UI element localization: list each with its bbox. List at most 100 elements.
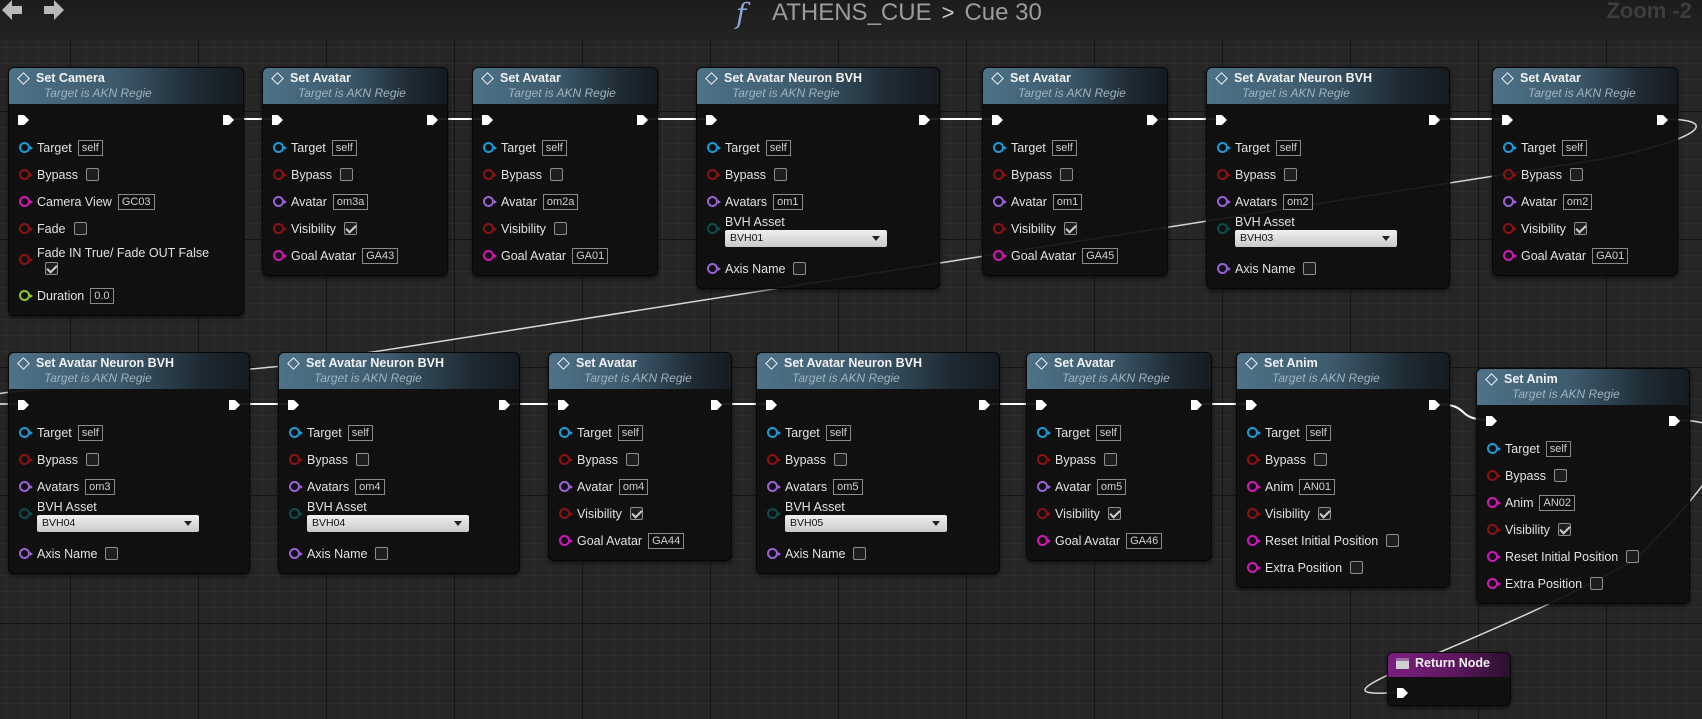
pin-value-field[interactable]: om4 bbox=[618, 478, 649, 495]
pin-connector[interactable] bbox=[707, 223, 721, 234]
pin-checkbox[interactable] bbox=[553, 222, 567, 235]
pin-connector[interactable] bbox=[273, 196, 287, 207]
pin-connector[interactable] bbox=[1487, 497, 1501, 508]
pin-checkbox[interactable] bbox=[356, 453, 369, 466]
exec-in-pin[interactable] bbox=[271, 113, 284, 125]
breadcrumb-cue-name[interactable]: Cue 30 bbox=[964, 0, 1041, 27]
pin-connector[interactable] bbox=[559, 427, 573, 438]
pin-value-field[interactable]: self bbox=[77, 139, 103, 156]
pin-connector[interactable] bbox=[1487, 551, 1501, 562]
pin-value-field[interactable]: self bbox=[1051, 139, 1077, 156]
exec-in-pin[interactable] bbox=[17, 398, 30, 410]
pin-connector[interactable] bbox=[289, 427, 303, 438]
exec-out-pin[interactable] bbox=[918, 113, 931, 125]
pin-checkbox[interactable] bbox=[1590, 577, 1604, 590]
exec-in-pin[interactable] bbox=[1035, 398, 1048, 410]
pin-value-field[interactable]: AN02 bbox=[1539, 494, 1576, 511]
exec-out-pin[interactable] bbox=[978, 398, 991, 410]
exec-in-pin[interactable] bbox=[1245, 398, 1258, 410]
pin-connector[interactable] bbox=[19, 508, 33, 519]
exec-out-pin[interactable] bbox=[1428, 113, 1441, 125]
breadcrumb-graph-name[interactable]: ATHENS_CUE bbox=[772, 0, 932, 27]
pin-connector[interactable] bbox=[1503, 169, 1517, 180]
bvh-asset-dropdown[interactable]: BVH01 bbox=[725, 230, 887, 247]
pin-connector[interactable] bbox=[1037, 481, 1051, 492]
pin-connector[interactable] bbox=[707, 263, 721, 274]
pin-connector[interactable] bbox=[1503, 142, 1517, 153]
pin-connector[interactable] bbox=[767, 508, 781, 519]
pin-connector[interactable] bbox=[559, 535, 573, 546]
pin-checkbox[interactable] bbox=[375, 547, 389, 560]
pin-connector[interactable] bbox=[1487, 524, 1501, 535]
pin-checkbox[interactable] bbox=[550, 168, 563, 181]
pin-checkbox[interactable] bbox=[793, 262, 807, 275]
pin-checkbox[interactable] bbox=[626, 453, 639, 466]
pin-connector[interactable] bbox=[1037, 454, 1051, 465]
exec-out-pin[interactable] bbox=[710, 398, 723, 410]
pin-connector[interactable] bbox=[289, 454, 303, 465]
pin-checkbox[interactable] bbox=[1063, 222, 1077, 235]
node-set-avatar[interactable]: Set Avatar Target is AKN Regie Target self B… bbox=[1492, 67, 1678, 276]
pin-checkbox[interactable] bbox=[1104, 453, 1117, 466]
exec-out-pin[interactable] bbox=[1190, 398, 1203, 410]
exec-in-pin[interactable] bbox=[1501, 113, 1514, 125]
pin-connector[interactable] bbox=[1037, 427, 1051, 438]
exec-out-pin[interactable] bbox=[222, 113, 235, 125]
pin-connector[interactable] bbox=[1037, 508, 1051, 519]
pin-checkbox[interactable] bbox=[1557, 523, 1571, 536]
pin-connector[interactable] bbox=[1217, 169, 1231, 180]
bvh-asset-dropdown[interactable]: BVH04 bbox=[307, 515, 469, 532]
exec-out-pin[interactable] bbox=[1146, 113, 1159, 125]
exec-out-pin[interactable] bbox=[1428, 398, 1441, 410]
pin-checkbox[interactable] bbox=[834, 453, 847, 466]
pin-connector[interactable] bbox=[1247, 535, 1261, 546]
bvh-asset-dropdown[interactable]: BVH03 bbox=[1235, 230, 1397, 247]
pin-value-field[interactable]: om3a bbox=[332, 193, 369, 210]
pin-connector[interactable] bbox=[1503, 250, 1517, 261]
exec-out-pin[interactable] bbox=[636, 113, 649, 125]
pin-connector[interactable] bbox=[1247, 427, 1261, 438]
pin-value-field[interactable]: GA01 bbox=[1592, 247, 1629, 264]
pin-connector[interactable] bbox=[19, 548, 33, 559]
pin-checkbox[interactable] bbox=[774, 168, 787, 181]
pin-checkbox[interactable] bbox=[1317, 507, 1331, 520]
pin-value-field[interactable]: GA44 bbox=[648, 532, 685, 549]
pin-value-field[interactable]: GA43 bbox=[362, 247, 399, 264]
pin-value-field[interactable]: 0.0 bbox=[90, 287, 114, 304]
pin-connector[interactable] bbox=[1487, 578, 1501, 589]
pin-value-field[interactable]: GA45 bbox=[1082, 247, 1119, 264]
pin-checkbox[interactable] bbox=[86, 168, 99, 181]
pin-value-field[interactable]: GA01 bbox=[572, 247, 609, 264]
pin-connector[interactable] bbox=[1487, 470, 1501, 481]
node-set-avatar-neuron-bvh[interactable]: Set Avatar Neuron BVH Target is AKN Regie… bbox=[696, 67, 940, 289]
node-set-camera[interactable]: Set Camera Target is AKN Regie Target self B… bbox=[8, 67, 244, 316]
exec-out-pin[interactable] bbox=[426, 113, 439, 125]
pin-connector[interactable] bbox=[19, 169, 33, 180]
pin-connector[interactable] bbox=[1247, 481, 1261, 492]
pin-checkbox[interactable] bbox=[1570, 168, 1583, 181]
pin-connector[interactable] bbox=[707, 196, 721, 207]
pin-connector[interactable] bbox=[1487, 443, 1501, 454]
node-set-avatar[interactable]: Set Avatar Target is AKN Regie Target self B… bbox=[1026, 352, 1212, 561]
exec-in-pin[interactable] bbox=[1485, 414, 1498, 426]
pin-connector[interactable] bbox=[559, 508, 573, 519]
pin-value-field[interactable]: self bbox=[1305, 424, 1331, 441]
node-set-avatar[interactable]: Set Avatar Target is AKN Regie Target self B… bbox=[472, 67, 658, 276]
pin-connector[interactable] bbox=[1247, 562, 1261, 573]
node-set-avatar[interactable]: Set Avatar Target is AKN Regie Target self B… bbox=[982, 67, 1168, 276]
node-set-avatar[interactable]: Set Avatar Target is AKN Regie Target self B… bbox=[262, 67, 448, 276]
node-set-anim[interactable]: Set Anim Target is AKN Regie Target self Byp… bbox=[1236, 352, 1450, 588]
node-set-avatar-neuron-bvh[interactable]: Set Avatar Neuron BVH Target is AKN Regie… bbox=[8, 352, 250, 574]
pin-value-field[interactable]: om3 bbox=[85, 478, 115, 495]
node-set-anim[interactable]: Set Anim Target is AKN Regie Target self Byp… bbox=[1476, 368, 1690, 604]
pin-value-field[interactable]: self bbox=[331, 139, 357, 156]
pin-connector[interactable] bbox=[289, 508, 303, 519]
exec-out-pin[interactable] bbox=[1668, 414, 1681, 426]
pin-value-field[interactable]: om2 bbox=[1562, 193, 1593, 210]
exec-in-pin[interactable] bbox=[991, 113, 1004, 125]
exec-in-pin[interactable] bbox=[765, 398, 778, 410]
forward-arrow-icon[interactable] bbox=[38, 0, 66, 26]
pin-value-field[interactable]: om4 bbox=[355, 478, 385, 495]
pin-connector[interactable] bbox=[19, 142, 33, 153]
pin-connector[interactable] bbox=[483, 223, 497, 234]
